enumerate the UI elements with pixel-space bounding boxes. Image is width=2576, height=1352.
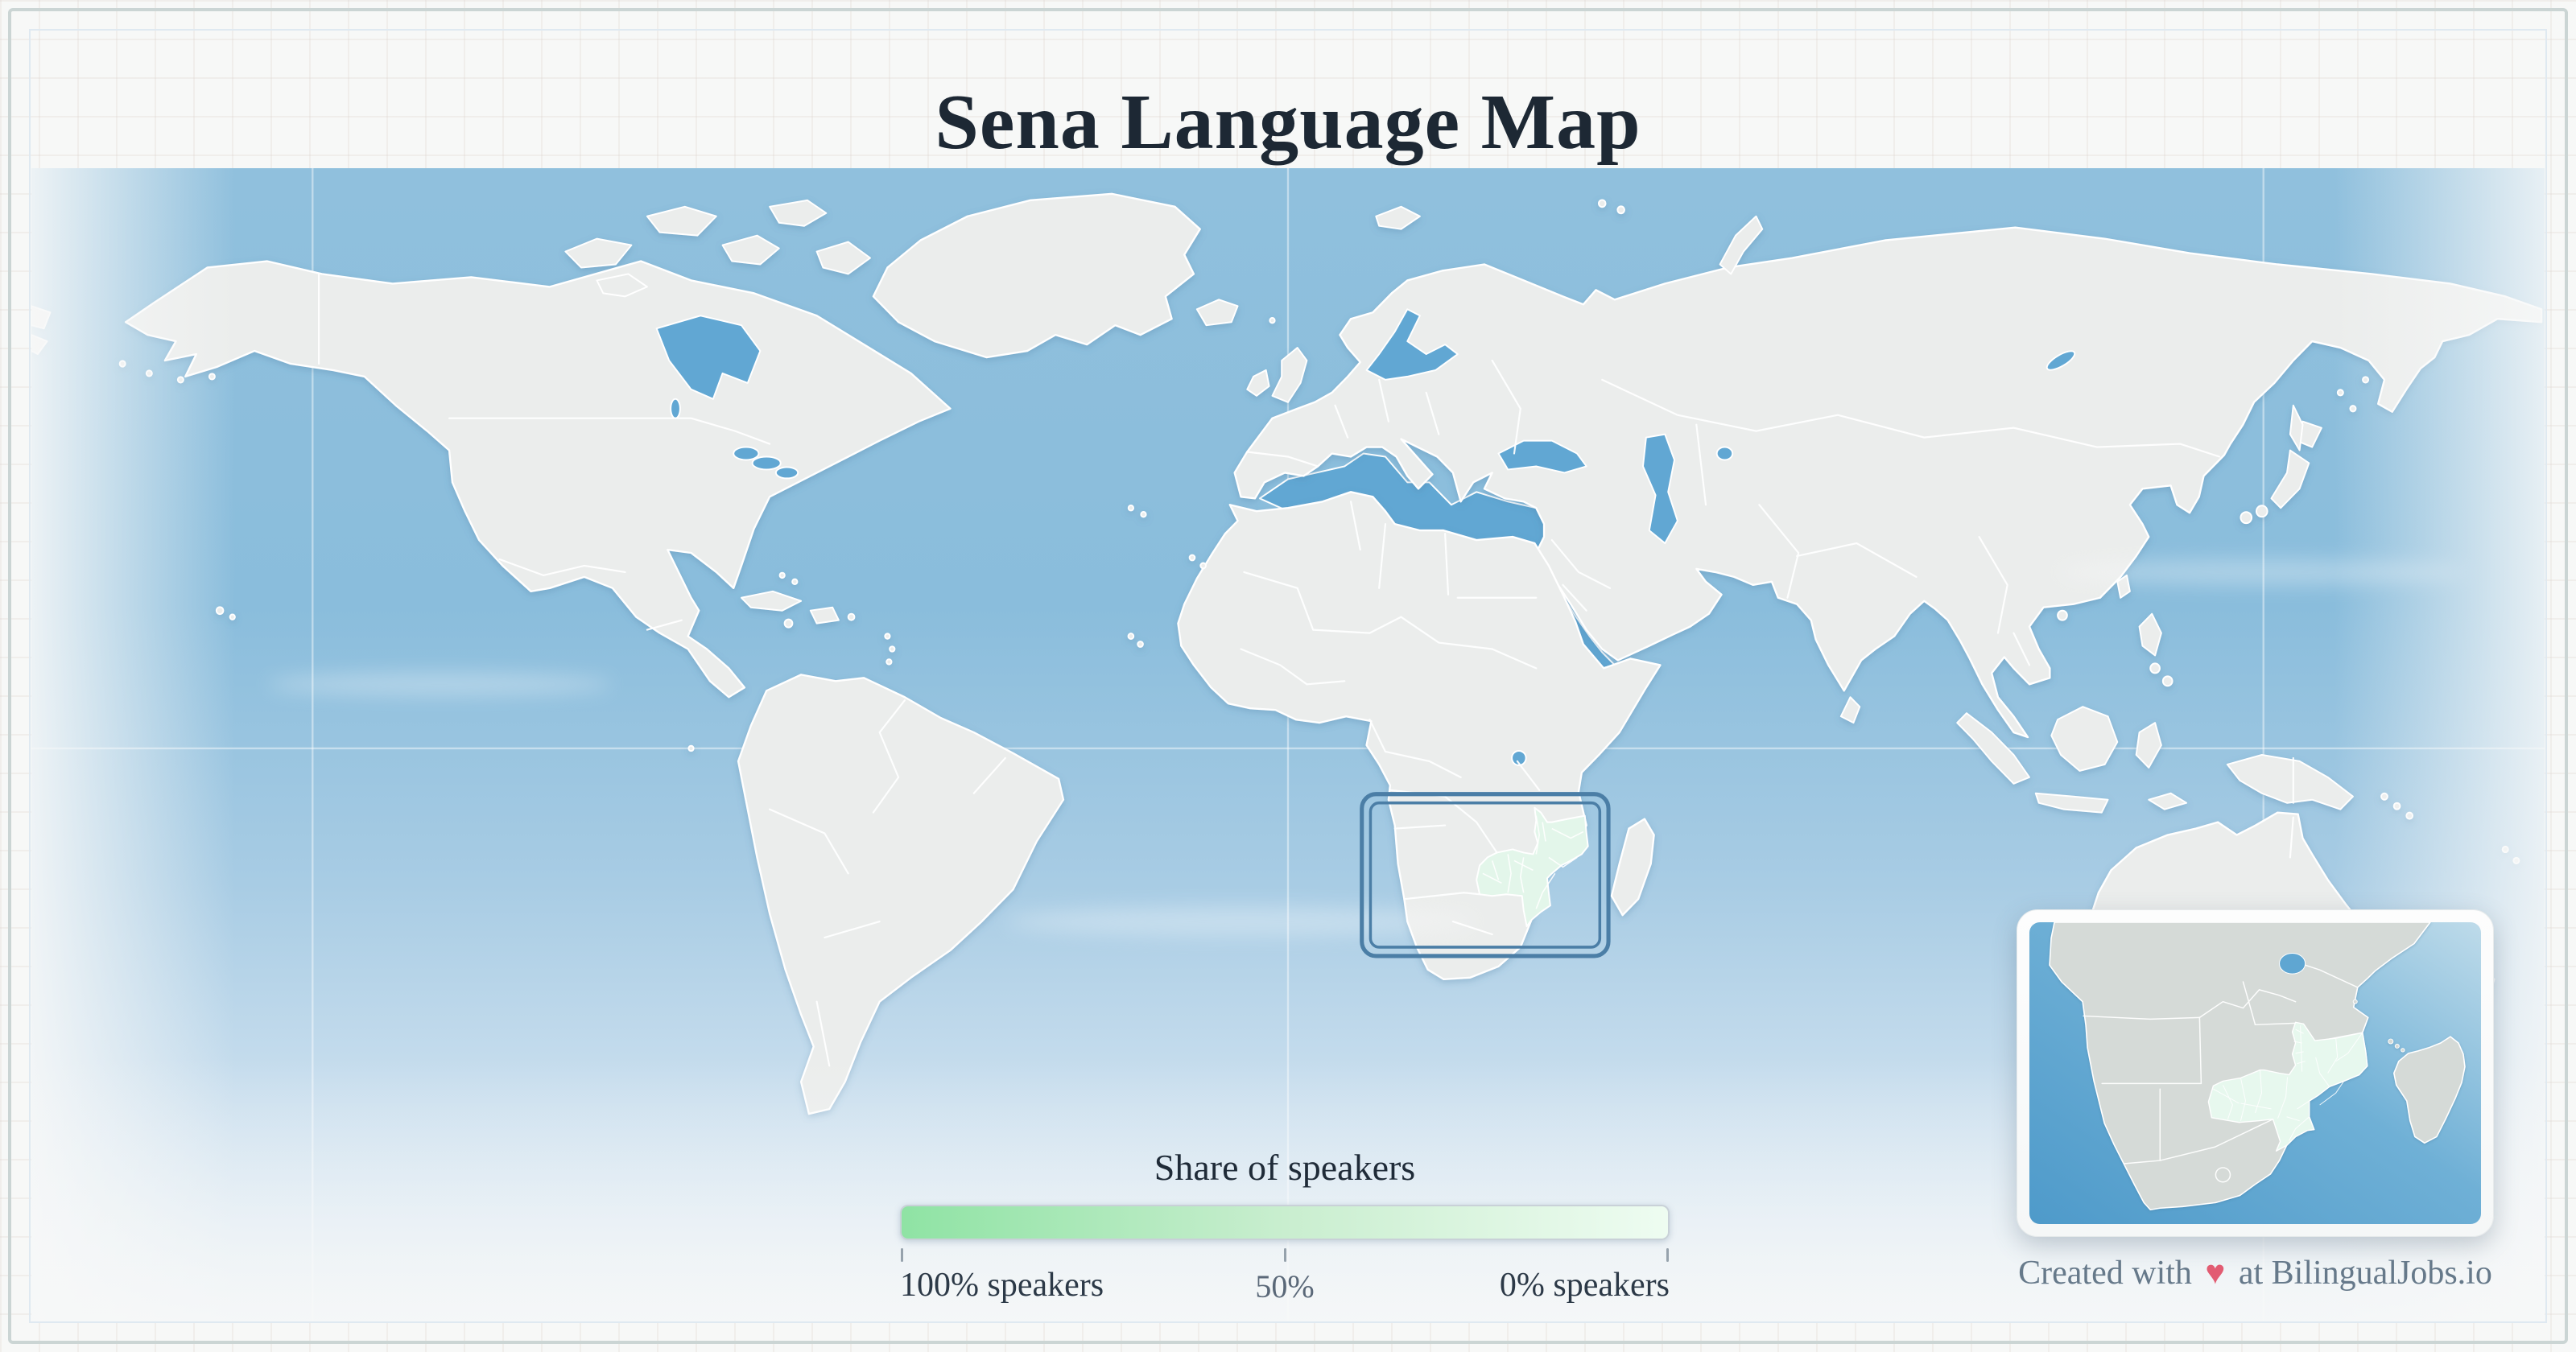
legend: Share of speakers 100% speakers 50% 0% s… (900, 1146, 1670, 1308)
legend-label-100: 100% speakers (900, 1267, 1104, 1304)
tick-0 (1666, 1248, 1669, 1262)
page-title: Sena Language Map (935, 78, 1641, 166)
attribution: Created with ♥ at BilingualJobs.io (2017, 1254, 2494, 1292)
lake-victoria (2279, 952, 2306, 975)
attribution-site-link[interactable]: at BilingualJobs.io (2239, 1255, 2492, 1292)
inset-map-svg (2029, 922, 2481, 1224)
legend-title: Share of speakers (1154, 1147, 1416, 1188)
tick-50 (1284, 1248, 1286, 1262)
tick-100 (901, 1248, 903, 1262)
legend-ticks (900, 1245, 1670, 1266)
legend-label-50: 50% (1255, 1268, 1315, 1305)
attribution-prefix: Created with (2018, 1255, 2192, 1292)
legend-gradient-bar (900, 1205, 1670, 1240)
legend-label-0: 0% speakers (1499, 1267, 1670, 1304)
heart-icon: ♥ (2205, 1255, 2226, 1292)
inset-map[interactable] (2017, 909, 2494, 1237)
page: Sena Language Map Share of speakers 100%… (0, 0, 2576, 1352)
